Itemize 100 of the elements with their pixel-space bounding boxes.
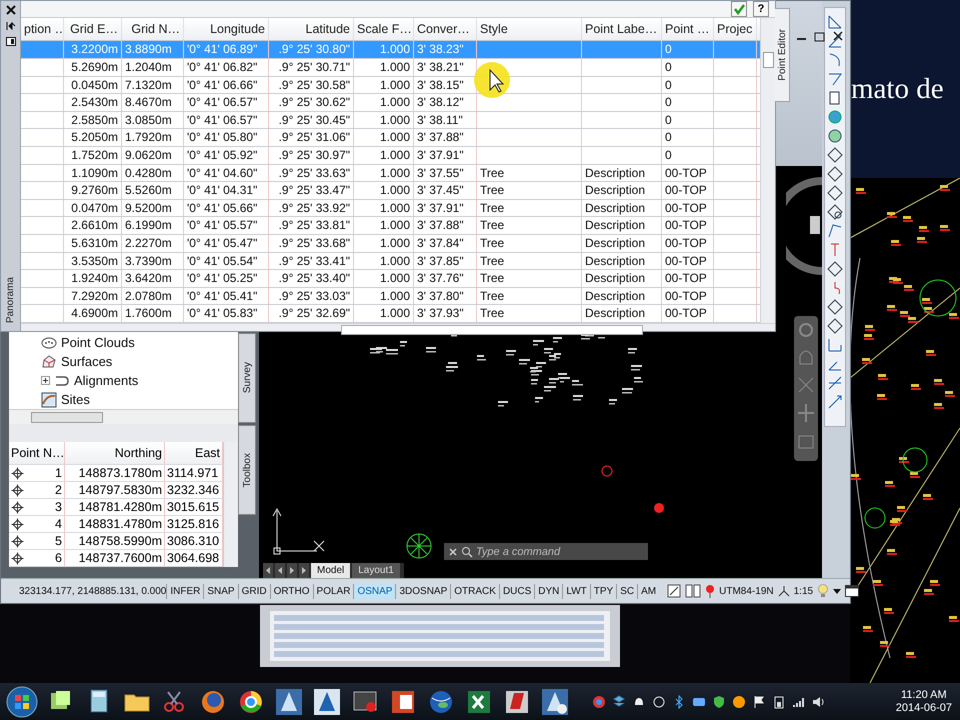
tree-item[interactable]: Surfaces [61,354,112,369]
drafting-toggle[interactable]: OSNAP [353,584,396,598]
table-cell: 3.2200m [64,41,122,58]
drafting-toggle[interactable]: 3DOSNAP [395,584,450,598]
drafting-toggle[interactable]: DUCS [498,584,534,598]
table-row[interactable]: 1.7520m 9.0620m '0° 41' 05.92" .9° 25' 30.97" 1.000 3' 37.91" 0 [21,147,760,165]
table-row[interactable]: 0.0470m 9.5200m '0° 41' 05.66" .9° 25' 33.92" 1.000 3' 37.91" Tree Description 00-TOP [21,200,760,218]
table-cell: 3.8890m [122,41,184,58]
sync-icon[interactable] [732,694,746,708]
layout-tab[interactable]: Model [311,563,350,578]
flag-icon[interactable] [752,694,766,708]
column-header[interactable]: Latitude [269,18,354,40]
column-header[interactable]: Longitude [184,18,269,40]
shield-icon[interactable] [712,694,726,708]
column-header[interactable]: Northing [65,442,165,464]
drafting-toggle[interactable]: AM [637,584,660,598]
drafting-toggle[interactable]: INFER [166,584,204,598]
clock-time: 11:20 AM [901,688,947,702]
table-cell: .9° 25' 30.97" [269,147,354,164]
drafting-toggle[interactable]: OTRACK [450,584,499,598]
horizontal-scrollbar[interactable] [9,409,238,424]
side-tab[interactable]: Toolbox [238,425,256,515]
model-space-icon[interactable] [667,584,682,598]
table-cell: '0° 41' 04.31" [184,182,269,199]
column-header[interactable]: Point Labe… [582,18,662,40]
table-cell: 00-TOP [662,217,714,234]
vertical-scrollbar[interactable] [223,442,238,567]
dropdown-arrow-icon[interactable] [833,587,842,595]
table-cell: 1.000 [354,59,414,76]
clock[interactable]: 11:20 AM 2014-06-07 [896,688,960,714]
table-row[interactable]: 9.2760m 5.5260m '0° 41' 04.31" .9° 25' 33.47" 1.000 3' 37.45" Tree Description 00-TOP [21,182,760,200]
table-row[interactable]: 5.2050m 1.7920m '0° 41' 05.80" .9° 25' 31.06" 1.000 3' 37.88" 0 [21,129,760,148]
triangle-help-app-icon[interactable] [540,686,570,716]
table-cell: 1.000 [354,112,414,128]
search-icon[interactable] [461,546,473,558]
annotation-scale[interactable]: 1:15 [794,586,814,596]
column-header[interactable]: Point N… [9,442,65,464]
tool-icon[interactable] [827,147,843,163]
speaker-icon[interactable] [812,694,826,708]
drafting-toggle[interactable]: TPY [590,584,616,598]
tool-icon[interactable] [827,299,843,315]
expand-icon[interactable] [41,376,50,385]
tool-icon[interactable] [827,33,843,49]
tool-icon[interactable] [827,318,843,334]
help-button[interactable]: ? [753,1,769,18]
box-icon[interactable] [612,694,626,708]
round-browser-icon[interactable] [592,694,606,708]
column-header[interactable]: Conver… [414,18,477,40]
column-header[interactable]: Point … [662,18,714,40]
table-row[interactable]: 2.5850m 3.0850m '0° 41' 06.57" .9° 25' 30.45" 1.000 3' 38.11" 0 [21,112,760,130]
tree-item[interactable]: Alignments [74,373,138,388]
close-icon[interactable] [6,5,16,15]
network-icon[interactable] [652,694,666,708]
vertical-scrollbar[interactable] [760,18,775,323]
tool-icon[interactable] [827,166,843,182]
annotation-scale-icon[interactable] [778,585,790,597]
triangle-app-icon[interactable] [312,686,342,716]
table-row[interactable]: 3.5350m 3.7390m '0° 41' 05.54" .9° 25' 33.41" 1.000 3' 37.85" Tree Description 00-TOP [21,252,760,270]
drafting-toggle[interactable]: SC [616,584,638,598]
column-header[interactable]: ption … [21,18,64,40]
table-row[interactable]: 2.5430m 8.4670m '0° 41' 06.57" .9° 25' 30.62" 1.000 3' 38.12" 0 [21,94,760,112]
table-row[interactable]: 1.1090m 0.4280m '0° 41' 04.60" .9° 25' 33.63" 1.000 3' 37.55" Tree Description 00-TOP [21,164,760,182]
column-header[interactable]: Scale F… [354,18,414,40]
tool-icon[interactable] [827,204,843,220]
table-row[interactable]: 1.9240m 3.6420m '0° 41' 05.25" .9° 25' 33.40" 1.000 3' 37.76" Tree Description 00-TOP [21,270,760,288]
triangle-app-icon[interactable] [274,686,304,716]
window-icon[interactable] [845,585,860,597]
table-row[interactable]: 7.2920m 2.0780m '0° 41' 05.41" .9° 25' 33.03" 1.000 3' 37.80" Tree Description 00-TOP [21,288,760,306]
tool-icon[interactable] [827,261,843,277]
column-header[interactable]: Grid N… [122,18,184,40]
column-header[interactable]: Projec [714,18,757,40]
table-cell: .9° 25' 33.63" [269,164,354,182]
drafting-toggle[interactable]: LWT [562,584,590,598]
drafting-toggle[interactable]: SNAP [203,584,238,598]
side-tab[interactable]: Survey [238,333,256,423]
view-cube-drawing[interactable] [786,176,822,276]
command-input[interactable]: Type a command [476,546,626,558]
arrows-icon[interactable] [6,21,16,31]
column-header[interactable]: Style [477,18,582,40]
table-row[interactable]: 2.6610m 6.1990m '0° 41' 05.57" .9° 25' 33.81" 1.000 3' 37.88" Tree Description 00-TOP [21,217,760,235]
tree-item[interactable]: Point Clouds [61,335,135,350]
battery-icon[interactable] [772,694,786,708]
apply-button[interactable] [731,1,747,18]
tool-icon[interactable] [827,185,843,201]
table-cell: Description [582,164,662,182]
layout-tab[interactable]: Layout1 [352,563,400,578]
pin-icon[interactable] [705,584,716,598]
column-header[interactable]: Grid E… [64,18,122,40]
layout-icon[interactable] [685,584,702,598]
slide-title: mato de [851,72,944,106]
point-editor-tab[interactable]: Point Editor [775,8,790,102]
drafting-toggle[interactable]: DYN [534,584,562,598]
start-button-icon[interactable] [6,686,38,718]
table-row[interactable]: 5.6310m 2.2270m '0° 41' 05.47" .9° 25' 33.68" 1.000 3' 37.84" Tree Description 00-TOP [21,234,760,253]
coordinate-system[interactable]: UTM84-19N [719,586,774,596]
properties-icon[interactable] [6,37,16,46]
tool-icon[interactable] [827,128,843,144]
tree-item[interactable]: Sites [61,392,90,407]
drafting-toggle[interactable]: GRID [238,584,270,598]
drafting-toggle[interactable]: ORTHO [270,584,313,598]
